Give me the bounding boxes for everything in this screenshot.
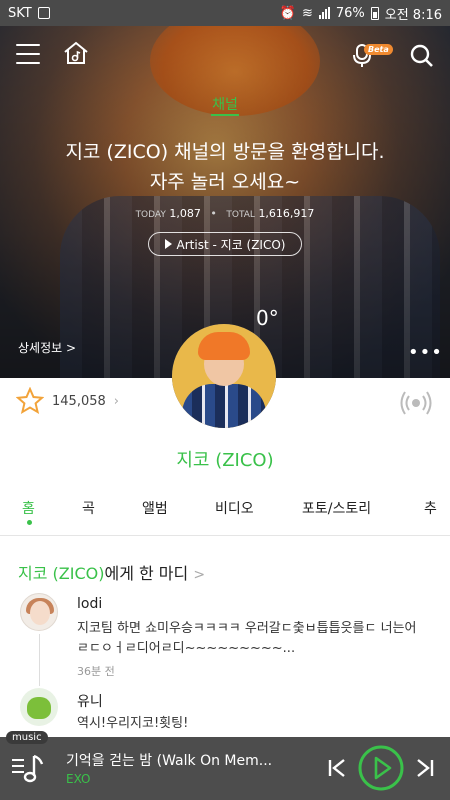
tab-albums[interactable]: 앨범 (142, 498, 168, 518)
star-icon (16, 387, 44, 415)
battery-percent: 76% (335, 5, 365, 21)
channel-tab-indicator (211, 114, 239, 116)
tab-videos[interactable]: 비디오 (215, 498, 254, 518)
chevron-right-icon: › (113, 393, 119, 409)
thread-line (39, 634, 40, 686)
radio-broadcast-icon[interactable] (400, 389, 432, 417)
tab-home[interactable]: 홈 (22, 498, 35, 518)
welcome-line-1: 지코 (ZICO) 채널의 방문을 환영합니다. (65, 141, 385, 163)
commenter-avatar[interactable] (20, 688, 58, 726)
more-options-icon[interactable]: ••• (408, 342, 443, 363)
comment-text[interactable]: 역시!우리지코!횟팅! (77, 714, 417, 734)
visitor-stats: TODAY 1,087 • TOTAL 1,616,917 (135, 207, 315, 220)
tab-photo-story[interactable]: 포토/스토리 (302, 498, 371, 518)
artist-link-label: Artist - 지코 (ZICO) (176, 237, 286, 252)
comment-time: 36분 전 (77, 665, 115, 678)
comment-text[interactable]: 지코팀 하면 쇼미우승ㅋㅋㅋㅋ 우러갈ㄷ춫ㅂ틉틉읏를ㄷ 너는어ㄹㄷㅇㅓㄹ디어ㄹ디… (77, 619, 417, 659)
section-title-artist: 지코 (ZICO) (18, 564, 105, 583)
detail-info-link[interactable]: 상세정보 > (18, 339, 76, 356)
chevron-right-icon: > (193, 567, 206, 583)
today-label: TODAY (135, 210, 166, 220)
welcome-message: 지코 (ZICO) 채널의 방문을 환영합니다. 자주 놀러 오세요~ (0, 137, 450, 197)
tab-songs[interactable]: 곡 (82, 498, 95, 518)
playlist-music-icon[interactable] (10, 752, 46, 786)
play-icon (164, 239, 172, 249)
play-button-icon[interactable] (357, 744, 405, 792)
fan-count: 145,058 (52, 393, 106, 409)
today-value: 1,087 (169, 207, 201, 220)
welcome-line-2: 자주 놀러 오세요~ (149, 171, 301, 193)
commenter-name[interactable]: lodi (77, 596, 102, 612)
music-tag: music (6, 731, 48, 744)
menu-icon[interactable] (16, 44, 40, 64)
artist-name: 지코 (ZICO) (176, 450, 274, 471)
tab-more[interactable]: 추 (424, 498, 437, 518)
previous-track-icon[interactable] (326, 757, 348, 779)
tab-channel[interactable]: 채널 (0, 94, 450, 114)
status-bar: SKT ⏰ ≋ 76% 오전 8:16 (0, 0, 450, 26)
clock: 오전 8:16 (384, 7, 442, 23)
commenter-name[interactable]: 유니 (77, 691, 103, 711)
section-title-text: 에게 한 마디 (104, 564, 189, 583)
gallery-icon (37, 7, 50, 19)
total-label: TOTAL (226, 210, 255, 220)
comment-section-title[interactable]: 지코 (ZICO)에게 한 마디 > (18, 560, 205, 584)
active-tab-indicator (27, 520, 32, 525)
now-playing-title[interactable]: 기억을 걷는 밤 (Walk On Mem... (66, 750, 316, 770)
alarm-icon: ⏰ (279, 5, 296, 21)
beta-badge: Beta (364, 44, 393, 55)
artist-avatar[interactable] (172, 324, 276, 428)
battery-icon (370, 6, 379, 20)
search-icon[interactable] (410, 44, 434, 68)
home-music-icon[interactable] (62, 40, 90, 66)
channel-tabs: 홈 곡 앨범 비디오 포토/스토리 추 (0, 492, 450, 536)
wifi-icon: ≋ (301, 5, 313, 21)
commenter-avatar[interactable] (20, 593, 58, 631)
fan-button[interactable]: 145,058 › (16, 387, 119, 415)
artist-link-button[interactable]: Artist - 지코 (ZICO) (148, 232, 302, 256)
carrier-label: SKT (8, 5, 32, 21)
next-track-icon[interactable] (414, 757, 436, 779)
signal-icon (318, 7, 330, 19)
now-playing-artist[interactable]: EXO (66, 772, 90, 786)
total-value: 1,616,917 (258, 207, 315, 220)
